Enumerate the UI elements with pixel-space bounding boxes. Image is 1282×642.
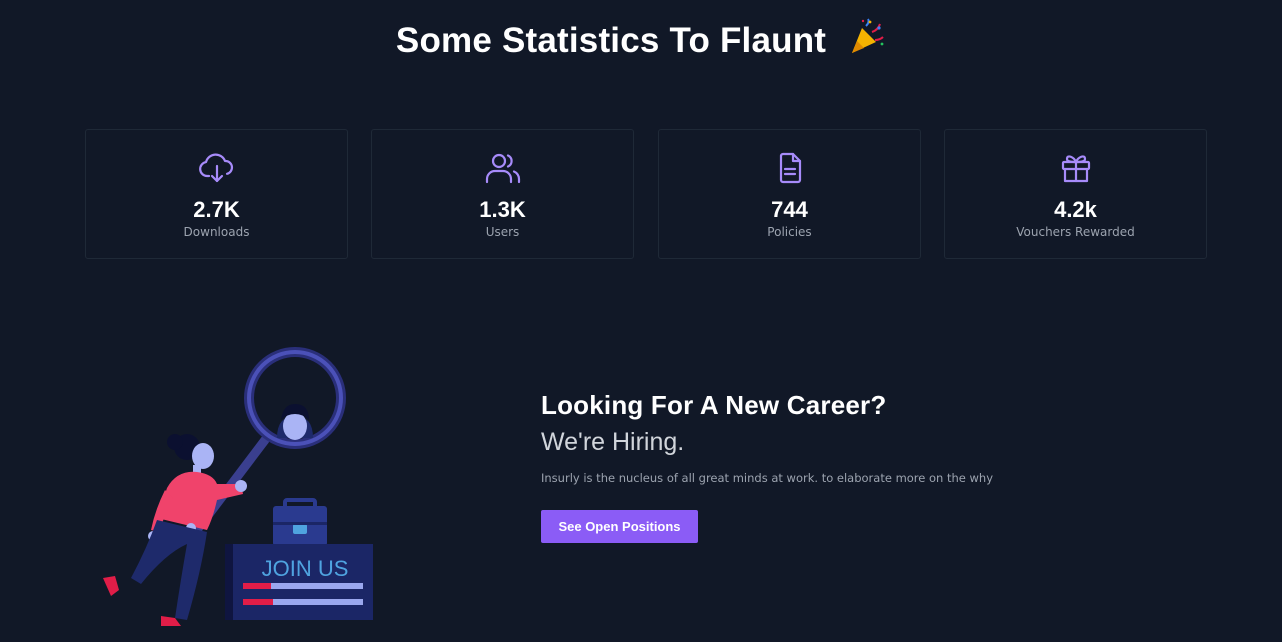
join-us-sign: JOIN US [262, 556, 349, 581]
stat-card-downloads: 2.7K Downloads [85, 129, 348, 259]
stat-card-users: 1.3K Users [371, 129, 634, 259]
stat-label: Downloads [183, 225, 250, 239]
see-open-positions-button[interactable]: See Open Positions [541, 510, 698, 543]
stat-card-policies: 744 Policies [658, 129, 921, 259]
cloud-download-icon [86, 152, 347, 184]
career-subheading: We're Hiring. [541, 428, 685, 456]
stat-label: Vouchers Rewarded [1016, 225, 1135, 239]
page-title-text: Some Statistics To Flaunt [395, 21, 827, 60]
gift-icon [945, 152, 1206, 184]
stat-value: 2.7K [193, 197, 240, 222]
stat-card-vouchers: 4.2k Vouchers Rewarded [944, 129, 1207, 259]
stats-row: 2.7K Downloads 1.3K Users 744 Policies 4… [85, 129, 1207, 259]
stat-label: Users [485, 225, 520, 239]
users-icon [372, 152, 633, 184]
career-section: Looking For A New Career? We're Hiring. … [541, 390, 1141, 543]
stat-value: 744 [771, 197, 808, 222]
page-title: Some Statistics To Flaunt [0, 18, 1282, 65]
career-heading: Looking For A New Career? [541, 390, 887, 420]
stat-value: 4.2k [1054, 197, 1097, 222]
career-description: Insurly is the nucleus of all great mind… [541, 471, 994, 485]
stat-label: Policies [767, 225, 812, 239]
party-popper-icon [848, 18, 886, 65]
stat-value: 1.3K [479, 197, 526, 222]
hiring-illustration: JOIN US [95, 340, 395, 637]
document-icon [659, 152, 920, 184]
